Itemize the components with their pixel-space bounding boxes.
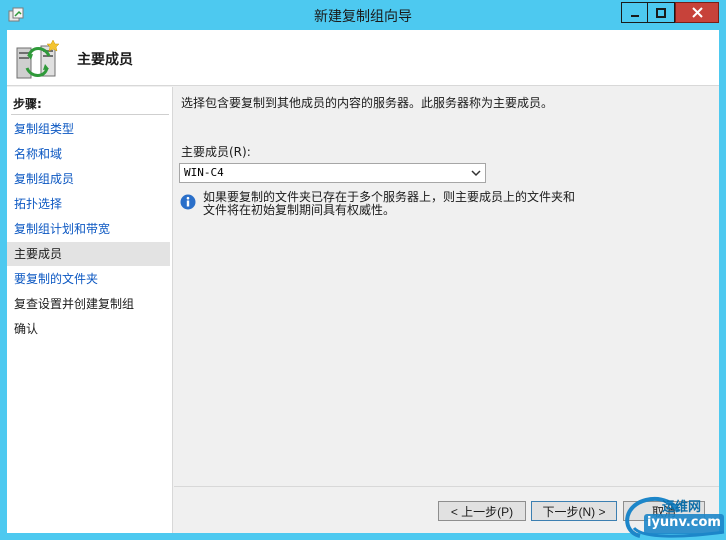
info-message-line-2: 文件将在初始复制期间具有权威性。 <box>203 203 396 217</box>
previous-button[interactable]: < 上一步(P) <box>438 501 526 521</box>
sidebar-item-group-members[interactable]: 复制组成员 <box>7 167 170 191</box>
steps-sidebar: 步骤: 复制组类型 名称和域 复制组成员 拓扑选择 复制组计划和带宽 主要成员 … <box>7 87 173 533</box>
watermark-logo: 运维网 iyunv.com <box>620 492 726 540</box>
sidebar-item-schedule-bandwidth[interactable]: 复制组计划和带宽 <box>7 217 170 241</box>
wizard-header: 主要成员 <box>7 30 719 86</box>
chevron-down-icon[interactable] <box>471 168 481 178</box>
steps-title: 步骤: <box>13 97 42 111</box>
steps-divider <box>11 114 169 115</box>
next-button[interactable]: 下一步(N) > <box>531 501 617 521</box>
primary-member-label: 主要成员(R): <box>181 145 251 159</box>
sidebar-item-primary-member: 主要成员 <box>7 242 170 266</box>
sidebar-item-topology[interactable]: 拓扑选择 <box>7 192 170 216</box>
sidebar-item-confirmation: 确认 <box>14 322 39 336</box>
sidebar-item-name-and-domain[interactable]: 名称和域 <box>7 142 170 166</box>
close-button[interactable] <box>675 2 719 23</box>
minimize-button[interactable] <box>621 2 647 23</box>
wizard-window: 新建复制组向导 主要成员 步骤: 复制组类型 名称和域 复制组成员 拓扑选择 复… <box>0 0 726 540</box>
maximize-button[interactable] <box>647 2 675 23</box>
sidebar-item-review-settings: 复查设置并创建复制组 <box>14 297 135 311</box>
info-message: 如果要复制的文件夹已存在于多个服务器上，则主要成员上的文件夹和 文件将在初始复制… <box>203 191 623 217</box>
wizard-client-area: 主要成员 步骤: 复制组类型 名称和域 复制组成员 拓扑选择 复制组计划和带宽 … <box>7 30 719 533</box>
primary-member-select[interactable]: WIN-C4 <box>179 163 486 183</box>
button-bar-divider <box>174 486 719 487</box>
primary-member-value: WIN-C4 <box>184 166 224 179</box>
watermark-cn-text: 运维网 <box>662 500 702 515</box>
page-title: 主要成员 <box>77 52 133 68</box>
info-icon <box>180 194 196 210</box>
replication-group-wizard-icon <box>16 39 60 79</box>
close-icon <box>691 7 703 18</box>
main-content: 选择包含要复制到其他成员的内容的服务器。此服务器称为主要成员。 主要成员(R):… <box>174 87 719 487</box>
window-title: 新建复制组向导 <box>314 9 412 25</box>
sidebar-item-folders-to-replicate[interactable]: 要复制的文件夹 <box>7 267 170 291</box>
sidebar-item-replication-group-type[interactable]: 复制组类型 <box>7 117 170 141</box>
watermark-url-text: iyunv.com <box>647 515 721 530</box>
page-description: 选择包含要复制到其他成员的内容的服务器。此服务器称为主要成员。 <box>181 96 554 110</box>
maximize-icon <box>656 7 666 18</box>
minimize-icon <box>630 14 639 17</box>
title-bar[interactable]: 新建复制组向导 <box>0 0 726 30</box>
